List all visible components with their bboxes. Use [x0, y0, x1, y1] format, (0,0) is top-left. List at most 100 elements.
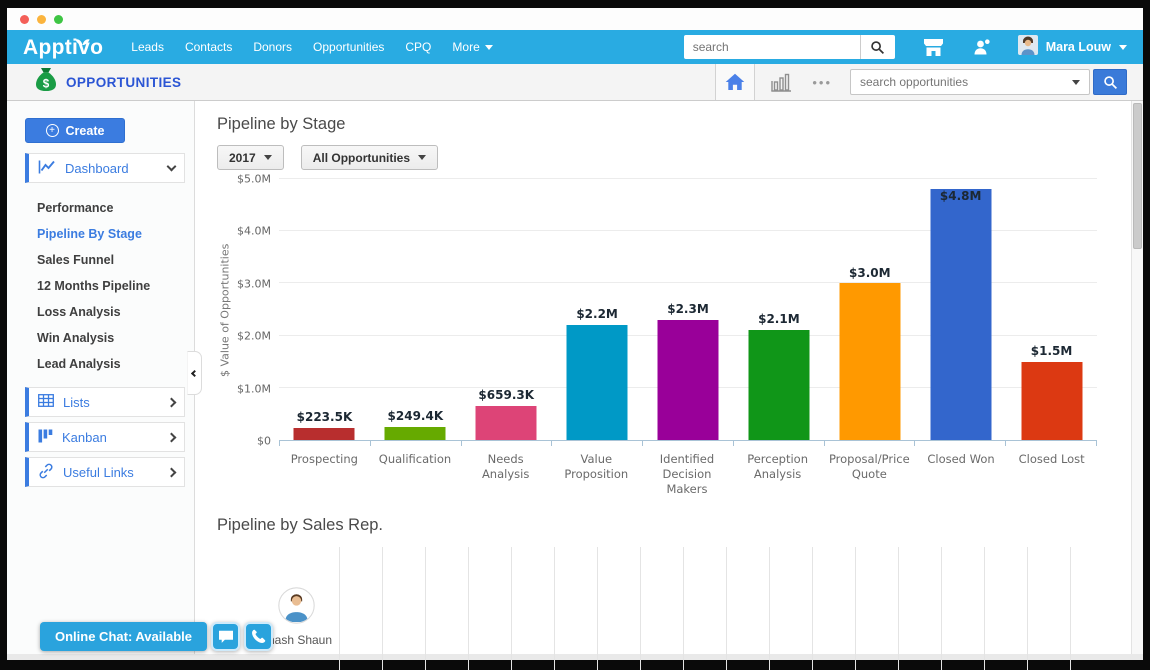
chart-column-proposal-price-quote: $3.0M: [824, 179, 915, 440]
search-options-dropdown[interactable]: [1063, 70, 1089, 94]
home-button[interactable]: [715, 64, 755, 100]
plot-area: $223.5K$249.4K$659.3K$2.2M$2.3M$2.1M$3.0…: [279, 179, 1097, 441]
maximize-window-button[interactable]: [54, 15, 63, 24]
create-button[interactable]: + Create: [25, 118, 125, 143]
search-icon: [870, 40, 885, 55]
money-bag-icon: $: [35, 67, 57, 97]
chat-status-label: Online Chat: Available: [55, 629, 192, 644]
window-frame: Apptivo Leads Contacts Donors Opportunities…: [0, 0, 1150, 670]
x-axis-category-label: Identified Decision Makers: [642, 448, 733, 497]
chart-column-closed-lost: $1.5M: [1006, 179, 1097, 440]
bar-perception-analysis[interactable]: [748, 330, 809, 440]
y-axis-tick-label: $2.0M: [237, 330, 271, 343]
nav-item-opportunities[interactable]: Opportunities: [313, 40, 384, 54]
sidebar-item-lists[interactable]: Lists: [25, 387, 185, 417]
more-options-icon[interactable]: •••: [812, 75, 832, 90]
vertical-scrollbar[interactable]: [1131, 101, 1143, 654]
user-menu[interactable]: Mara Louw: [1018, 35, 1127, 60]
chevron-down-icon: [418, 155, 426, 160]
phone-button[interactable]: [244, 622, 273, 651]
chart-column-perception-analysis: $2.1M: [733, 179, 824, 440]
scrollbar-thumb[interactable]: [1133, 103, 1142, 249]
sidebar-item-performance[interactable]: Performance: [7, 195, 194, 221]
chat-bubble-button[interactable]: [211, 622, 240, 651]
apptivo-logo[interactable]: Apptivo: [23, 37, 103, 58]
main-content: Pipeline by Stage 2017 All Opportunities…: [195, 101, 1143, 654]
bar-closed-lost[interactable]: [1021, 362, 1082, 440]
rep-chart-gridlines: [339, 547, 1109, 670]
minimize-window-button[interactable]: [37, 15, 46, 24]
chevron-down-icon: [1119, 45, 1127, 50]
sidebar-item-loss-analysis[interactable]: Loss Analysis: [7, 299, 194, 325]
user-status-icon[interactable]: [972, 37, 992, 57]
chart-column-value-proposition: $2.2M: [552, 179, 643, 440]
bar-columns: $223.5K$249.4K$659.3K$2.2M$2.3M$2.1M$3.0…: [279, 179, 1097, 440]
chevron-down-icon: [264, 155, 272, 160]
x-axis-tick: [1006, 441, 1097, 446]
kanban-icon: [38, 429, 53, 446]
x-axis-category-label: Needs Analysis: [460, 448, 551, 497]
app-title: $ OPPORTUNITIES: [35, 67, 181, 97]
x-axis-tick: [825, 441, 916, 446]
app-store-icon[interactable]: [923, 38, 944, 57]
sidebar-item-lead-analysis[interactable]: Lead Analysis: [7, 351, 194, 377]
nav-item-contacts[interactable]: Contacts: [185, 40, 232, 54]
sidebar-item-label: Useful Links: [63, 465, 159, 480]
global-search-button[interactable]: [860, 35, 895, 59]
bar-closed-won[interactable]: [930, 189, 991, 440]
nav-item-cpq[interactable]: CPQ: [405, 40, 431, 54]
home-icon: [725, 73, 745, 91]
sidebar-item-dashboard[interactable]: Dashboard: [25, 153, 185, 183]
sidebar-item-useful-links[interactable]: Useful Links: [25, 457, 185, 487]
chat-status-button[interactable]: Online Chat: Available: [40, 622, 207, 651]
bar-value-label: $2.2M: [576, 307, 618, 321]
sidebar-collapse-handle[interactable]: [187, 351, 202, 395]
global-search-input[interactable]: [684, 35, 860, 59]
sales-rep-avatar: [278, 611, 315, 628]
bar-prospecting[interactable]: [294, 428, 355, 440]
sidebar-item-label: Lists: [63, 395, 159, 410]
x-axis-category-label: Prospecting: [279, 448, 370, 497]
opportunities-search-input[interactable]: [851, 75, 1063, 89]
chevron-right-icon: [167, 397, 177, 407]
bar-value-label: $3.0M: [849, 266, 891, 280]
leaf-icon: [75, 29, 90, 50]
chat-bubble-icon: [218, 630, 234, 644]
chart-view-icon[interactable]: [771, 73, 794, 92]
year-filter-value: 2017: [229, 151, 256, 165]
bar-value-proposition[interactable]: [567, 325, 628, 440]
chevron-down-icon: [485, 45, 493, 50]
bar-needs-analysis[interactable]: [476, 406, 537, 440]
sidebar-item-pipeline-by-stage[interactable]: Pipeline By Stage: [7, 221, 194, 247]
nav-menu: Leads Contacts Donors Opportunities CPQ: [131, 40, 431, 54]
opportunities-search-button[interactable]: [1093, 69, 1127, 95]
sidebar-item-win-analysis[interactable]: Win Analysis: [7, 325, 194, 351]
bar-identified-decision-makers[interactable]: [658, 320, 719, 440]
opportunity-type-dropdown[interactable]: All Opportunities: [301, 145, 438, 170]
bar-qualification[interactable]: [385, 427, 446, 440]
plus-icon: +: [46, 124, 59, 137]
sidebar-item-label: Dashboard: [65, 161, 159, 176]
nav-more-label: More: [452, 40, 479, 54]
pipeline-by-sales-rep-title: Pipeline by Sales Rep.: [217, 516, 1097, 535]
sidebar-item-12-months-pipeline[interactable]: 12 Months Pipeline: [7, 273, 194, 299]
nav-item-more[interactable]: More: [452, 40, 492, 54]
nav-item-leads[interactable]: Leads: [131, 40, 164, 54]
sidebar-item-sales-funnel[interactable]: Sales Funnel: [7, 247, 194, 273]
chevron-down-icon: [1072, 80, 1080, 85]
sidebar-sections: Lists Kanban Useful Links: [7, 387, 194, 487]
chart-column-closed-won: $4.8M: [915, 179, 1006, 440]
app-body: + Create Dashboard PerformancePipeline B…: [7, 101, 1143, 654]
year-filter-dropdown[interactable]: 2017: [217, 145, 284, 170]
sidebar-item-label: Kanban: [62, 430, 159, 445]
nav-item-donors[interactable]: Donors: [253, 40, 292, 54]
bar-value-label: $2.1M: [758, 312, 800, 326]
bar-proposal-price-quote[interactable]: [839, 283, 900, 440]
x-axis-tick: [462, 441, 553, 446]
avatar: [1018, 35, 1038, 60]
sidebar-item-kanban[interactable]: Kanban: [25, 422, 185, 452]
close-window-button[interactable]: [20, 15, 29, 24]
search-icon: [1103, 75, 1118, 90]
toolbar-right: •••: [715, 64, 1143, 100]
x-axis-tick: [734, 441, 825, 446]
